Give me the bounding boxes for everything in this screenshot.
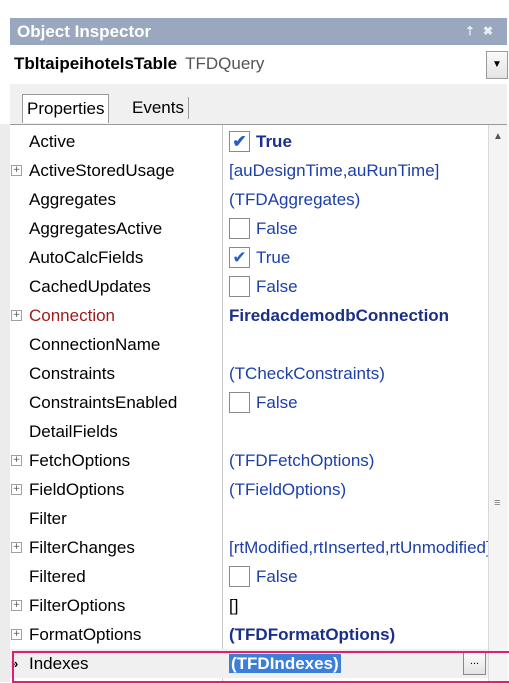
property-value[interactable]: False [229, 272, 488, 301]
property-value-text: [auDesignTime,auRunTime] [229, 161, 440, 180]
property-value-text: True [256, 248, 291, 267]
property-row-aggregates[interactable]: Aggregates (TFDAggregates) [10, 185, 488, 214]
object-selector[interactable]: TbltaipeihotelsTable TFDQuery ▼ [10, 47, 508, 81]
property-name: Filter [29, 509, 67, 528]
pin-icon[interactable]: ⇡ [465, 24, 483, 38]
unchecked-checkbox[interactable] [229, 565, 250, 587]
property-name: CachedUpdates [29, 277, 151, 296]
unchecked-checkbox[interactable] [229, 275, 250, 297]
property-value-text: (TFDFetchOptions) [229, 451, 375, 470]
property-value[interactable]: ✔ True [229, 243, 488, 272]
tab-properties[interactable]: Properties [22, 94, 110, 123]
property-value[interactable]: False [229, 388, 488, 417]
property-row-constraints[interactable]: Constraints (TCheckConstraints) [10, 359, 488, 388]
property-value-text: (TFDFormatOptions) [229, 625, 396, 644]
property-value[interactable]: False [229, 562, 488, 591]
expand-plus-icon[interactable]: + [11, 542, 22, 553]
object-type: TFDQuery [185, 54, 265, 73]
property-name: FetchOptions [29, 451, 131, 470]
property-value[interactable]: [rtModified,rtInserted,rtUnmodified] [229, 533, 488, 562]
property-name: ActiveStoredUsage [29, 161, 175, 180]
property-value-text: False [256, 219, 298, 238]
property-value-text: True [256, 132, 292, 151]
property-value[interactable]: (TFieldOptions) [229, 475, 488, 504]
property-value[interactable]: (TCheckConstraints) [229, 359, 488, 388]
property-value-text: [] [229, 596, 239, 615]
property-value-text: (TFieldOptions) [229, 480, 347, 499]
property-name: AggregatesActive [29, 219, 163, 238]
property-value-text: (TFDAggregates) [229, 190, 361, 209]
property-value-text: False [256, 277, 298, 296]
property-name: Connection [29, 306, 116, 325]
expand-plus-icon[interactable]: + [11, 455, 22, 466]
unchecked-checkbox[interactable] [229, 217, 250, 239]
tab-events[interactable]: Events [128, 97, 189, 119]
property-value-text: False [256, 393, 298, 412]
property-row-activestoredusage[interactable]: + ActiveStoredUsage [auDesignTime,auRunTim… [10, 156, 488, 185]
property-value[interactable]: False [229, 214, 488, 243]
property-value[interactable]: [auDesignTime,auRunTime] [229, 156, 488, 185]
object-name: TbltaipeihotelsTable TFDQuery [14, 54, 265, 73]
vertical-scrollbar[interactable]: ▲ ≡ [488, 125, 508, 683]
property-row-connectionname[interactable]: ConnectionName [10, 330, 488, 359]
property-name: FieldOptions [29, 480, 125, 499]
property-name: Filtered [29, 567, 86, 586]
scroll-up-icon[interactable]: ▲ [493, 131, 503, 142]
tab-bar: Properties Events [10, 84, 507, 124]
property-name: Aggregates [29, 190, 116, 209]
property-row-active[interactable]: Active ✔ True [10, 127, 488, 156]
expand-plus-icon[interactable]: + [11, 484, 22, 495]
close-icon[interactable]: ✖ [483, 24, 501, 38]
property-row-autocalcfields[interactable]: AutoCalcFields ✔ True [10, 243, 488, 272]
property-row-constraintsenabled[interactable]: ConstraintsEnabled False [10, 388, 488, 417]
property-value[interactable]: ✔ True [229, 127, 488, 156]
property-row-filter[interactable]: Filter [10, 504, 488, 533]
property-row-aggregatesactive[interactable]: AggregatesActive False [10, 214, 488, 243]
property-name: FilterChanges [29, 538, 135, 557]
property-value-text: False [256, 567, 298, 586]
expand-plus-icon[interactable]: + [11, 310, 22, 321]
property-value-text: [rtModified,rtInserted,rtUnmodified] [229, 538, 488, 557]
scroll-grip-icon[interactable]: ≡ [494, 498, 500, 509]
property-value[interactable]: FiredacdemodbConnection [229, 301, 488, 330]
highlight-box [12, 651, 509, 683]
checkmark-icon: ✔ [232, 247, 247, 267]
inspector-title-bar: Object Inspector ⇡✖ [10, 18, 507, 45]
property-name: AutoCalcFields [29, 248, 144, 267]
property-row-formatoptions[interactable]: + FormatOptions (TFDFormatOptions) [10, 620, 488, 649]
property-name: FormatOptions [29, 625, 142, 644]
expand-plus-icon[interactable]: + [11, 600, 22, 611]
property-value[interactable]: [] [229, 591, 488, 620]
checkmark-icon: ✔ [232, 131, 247, 151]
property-name: DetailFields [29, 422, 118, 441]
checked-checkbox[interactable]: ✔ [229, 130, 250, 152]
property-row-filtered[interactable]: Filtered False [10, 562, 488, 591]
chevron-down-icon[interactable]: ▼ [486, 51, 508, 79]
property-name: Constraints [29, 364, 115, 383]
property-value-text: FiredacdemodbConnection [229, 306, 450, 325]
expand-plus-icon[interactable]: + [11, 629, 22, 640]
property-name: ConnectionName [29, 335, 161, 354]
property-name: ConstraintsEnabled [29, 393, 178, 412]
property-row-detailfields[interactable]: DetailFields [10, 417, 488, 446]
property-value[interactable]: (TFDAggregates) [229, 185, 488, 214]
property-row-connection[interactable]: + Connection FiredacdemodbConnection [10, 301, 488, 330]
property-value[interactable]: (TFDFetchOptions) [229, 446, 488, 475]
unchecked-checkbox[interactable] [229, 391, 250, 413]
property-row-fieldoptions[interactable]: + FieldOptions (TFieldOptions) [10, 475, 488, 504]
property-row-fetchoptions[interactable]: + FetchOptions (TFDFetchOptions) [10, 446, 488, 475]
inspector-title: Object Inspector [17, 22, 152, 41]
property-value-text: (TCheckConstraints) [229, 364, 385, 383]
property-grid: ▲ ≡ Active ✔ True + ActiveStoredUsage [auDesi… [10, 124, 509, 683]
property-name: FilterOptions [29, 596, 126, 615]
property-row-filteroptions[interactable]: + FilterOptions [] [10, 591, 488, 620]
property-name: Active [29, 132, 76, 151]
checked-checkbox[interactable]: ✔ [229, 246, 250, 268]
property-value[interactable]: (TFDFormatOptions) [229, 620, 488, 649]
property-row-filterchanges[interactable]: + FilterChanges [rtModified,rtInserted,rtU… [10, 533, 488, 562]
expand-plus-icon[interactable]: + [11, 165, 22, 176]
left-strip [0, 124, 10, 682]
property-row-cachedupdates[interactable]: CachedUpdates False [10, 272, 488, 301]
